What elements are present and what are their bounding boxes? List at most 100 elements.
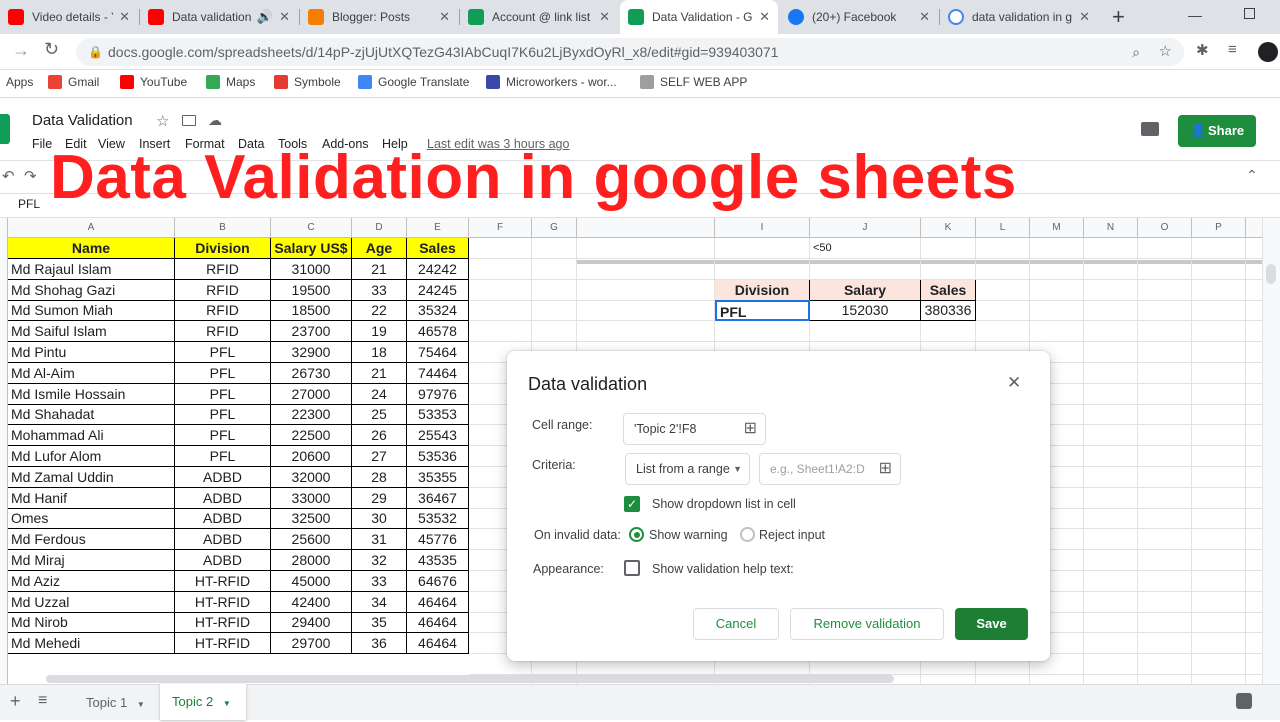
column-header[interactable]: C [271, 218, 352, 238]
cell[interactable] [577, 258, 715, 280]
table-cell[interactable]: 22300 [271, 404, 352, 426]
column-header[interactable]: L [976, 218, 1030, 238]
cell[interactable] [810, 258, 921, 280]
table-cell[interactable]: 25543 [407, 425, 469, 447]
cell[interactable] [1084, 529, 1138, 551]
table-cell[interactable]: Md Lufor Alom [8, 446, 175, 467]
table-cell[interactable]: Md Hanif [8, 487, 175, 509]
table-cell[interactable]: Md Miraj [8, 550, 175, 571]
summary-cell[interactable]: 152030 [810, 300, 921, 322]
column-header[interactable]: Q [1246, 218, 1262, 238]
table-cell[interactable]: 46578 [407, 321, 469, 343]
table-header-cell[interactable]: Sales [407, 238, 469, 259]
cell[interactable] [532, 238, 577, 259]
table-cell[interactable]: 20600 [271, 446, 352, 467]
table-cell[interactable]: 36467 [407, 487, 469, 509]
cell[interactable] [1246, 300, 1262, 322]
cell[interactable] [1246, 612, 1262, 634]
table-cell[interactable]: 23700 [271, 321, 352, 343]
cell[interactable] [1138, 633, 1192, 655]
doc-title[interactable]: Data Validation [32, 112, 133, 129]
cell[interactable] [1246, 446, 1262, 467]
cell[interactable] [1084, 508, 1138, 530]
table-cell[interactable]: 34 [352, 591, 407, 613]
cell[interactable] [1084, 674, 1138, 684]
table-cell[interactable]: Md Ismile Hossain [8, 383, 175, 405]
cell[interactable] [532, 258, 577, 280]
column-header[interactable]: O [1138, 218, 1192, 238]
cell[interactable] [976, 258, 1030, 280]
cell[interactable] [1138, 466, 1192, 488]
profile-avatar[interactable] [1258, 42, 1278, 62]
table-cell[interactable]: 35324 [407, 300, 469, 322]
cell[interactable] [1084, 654, 1138, 675]
table-cell[interactable]: 33000 [271, 487, 352, 509]
column-header[interactable]: M [1030, 218, 1084, 238]
cell[interactable] [1246, 633, 1262, 655]
cell[interactable] [1084, 550, 1138, 571]
cell[interactable] [469, 238, 532, 259]
table-cell[interactable]: 35355 [407, 466, 469, 488]
close-icon[interactable]: ✕ [1079, 9, 1090, 25]
cell[interactable] [1084, 466, 1138, 488]
cell[interactable] [1138, 570, 1192, 592]
table-cell[interactable]: ADBD [175, 529, 271, 551]
table-cell[interactable]: HT-RFID [175, 633, 271, 655]
close-icon[interactable]: ✕ [919, 9, 930, 25]
table-cell[interactable]: RFID [175, 279, 271, 301]
cell[interactable] [1246, 550, 1262, 571]
table-cell[interactable]: 26730 [271, 362, 352, 384]
table-cell[interactable]: RFID [175, 300, 271, 322]
table-cell[interactable]: PFL [175, 383, 271, 405]
reading-list-icon[interactable]: ≡ [1228, 41, 1237, 58]
table-header-cell[interactable]: Age [352, 238, 407, 259]
table-cell[interactable]: 25 [352, 404, 407, 426]
add-sheet-icon[interactable]: + [10, 691, 21, 712]
table-cell[interactable]: 43535 [407, 550, 469, 571]
cell[interactable] [976, 238, 1030, 259]
cell[interactable] [921, 258, 976, 280]
cell[interactable] [1192, 425, 1246, 447]
table-cell[interactable]: 24242 [407, 258, 469, 280]
table-cell[interactable]: PFL [175, 342, 271, 363]
cell[interactable] [1030, 258, 1084, 280]
cell[interactable] [1192, 446, 1246, 467]
cell[interactable] [1084, 446, 1138, 467]
cell[interactable] [1138, 425, 1192, 447]
cell[interactable] [1084, 570, 1138, 592]
cell[interactable] [1192, 300, 1246, 322]
cell[interactable] [976, 300, 1030, 322]
table-cell[interactable]: 19500 [271, 279, 352, 301]
cell[interactable] [1192, 550, 1246, 571]
cell[interactable] [715, 258, 810, 280]
table-cell[interactable]: 36 [352, 633, 407, 655]
cell[interactable] [1138, 404, 1192, 426]
cell[interactable] [1246, 238, 1262, 259]
cell[interactable] [1246, 342, 1262, 363]
cell[interactable] [1138, 591, 1192, 613]
bookmark-maps[interactable]: Maps [206, 75, 255, 89]
table-cell[interactable]: 22 [352, 300, 407, 322]
reload-icon[interactable]: ↻ [44, 39, 59, 60]
cell[interactable] [1192, 654, 1246, 675]
cell[interactable] [1138, 279, 1192, 301]
table-cell[interactable]: 45000 [271, 570, 352, 592]
table-cell[interactable]: 53536 [407, 446, 469, 467]
table-cell[interactable]: HT-RFID [175, 570, 271, 592]
cell[interactable] [532, 321, 577, 343]
cell[interactable] [1192, 362, 1246, 384]
cell[interactable] [1030, 279, 1084, 301]
cell[interactable] [469, 279, 532, 301]
active-cell[interactable]: PFL [715, 300, 810, 322]
cell[interactable] [1246, 654, 1262, 675]
table-cell[interactable]: 32 [352, 550, 407, 571]
cell[interactable] [1030, 300, 1084, 322]
browser-tab-active[interactable]: Data Validation - G ✕ [620, 0, 778, 34]
browser-tab[interactable]: data validation in g ✕ [940, 0, 1098, 34]
cell[interactable] [1138, 342, 1192, 363]
browser-tab[interactable]: (20+) Facebook ✕ [780, 0, 938, 34]
help-text-checkbox[interactable] [624, 560, 640, 576]
table-cell[interactable]: 28000 [271, 550, 352, 571]
browser-tab[interactable]: Blogger: Posts ✕ [300, 0, 458, 34]
cell[interactable] [1084, 404, 1138, 426]
